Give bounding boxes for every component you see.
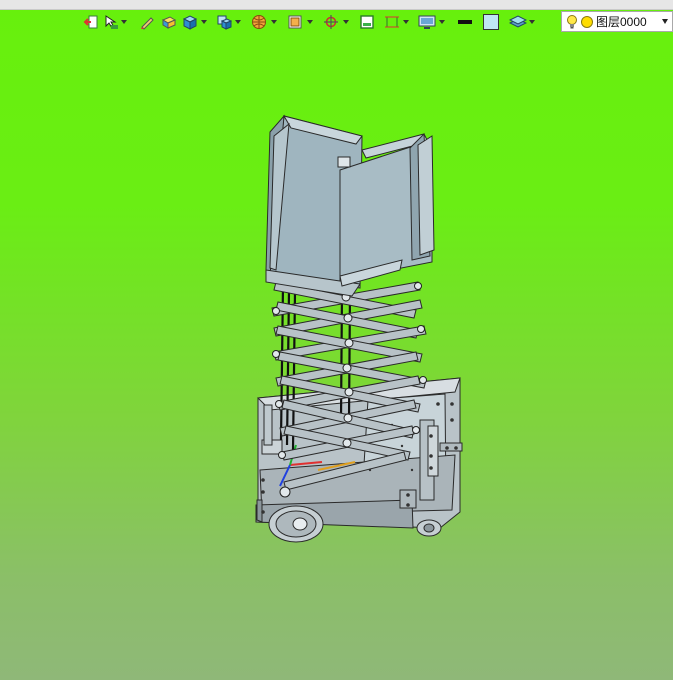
chevron-down-icon[interactable]: [270, 11, 278, 33]
dimension-frame-icon[interactable]: [382, 11, 402, 33]
chevron-down-icon[interactable]: [342, 11, 350, 33]
stack-cube-icon[interactable]: [214, 11, 234, 33]
layer-select[interactable]: 图层0000: [561, 11, 673, 32]
top-tray: [265, 114, 435, 297]
layer-name: 图层0000: [596, 15, 647, 29]
sphere-grid-icon[interactable]: [248, 11, 270, 33]
layer-status-circle-icon[interactable]: [580, 15, 594, 29]
layers-plane-icon[interactable]: [508, 11, 528, 33]
window-top-strip: [0, 0, 673, 10]
chevron-down-icon[interactable]: [306, 11, 314, 33]
chevron-down-icon[interactable]: [438, 11, 446, 33]
chevron-down-icon[interactable]: [234, 11, 242, 33]
lightbulb-icon[interactable]: [566, 14, 578, 30]
chevron-down-icon[interactable]: [120, 11, 128, 33]
scissor-lift-model[interactable]: [0, 0, 673, 680]
render-view-icon[interactable]: [284, 11, 306, 33]
monitor-display-icon[interactable]: [416, 11, 438, 33]
green-window-icon[interactable]: [356, 11, 378, 33]
chevron-down-icon[interactable]: [662, 19, 668, 24]
3d-viewport[interactable]: 图层0000: [0, 0, 673, 680]
line-weight-icon[interactable]: [454, 11, 476, 33]
exit-arrow-icon[interactable]: [80, 11, 102, 33]
pencil-icon[interactable]: [136, 11, 158, 33]
chevron-down-icon[interactable]: [200, 11, 208, 33]
cursor-select-icon[interactable]: [102, 11, 120, 33]
yellow-box-icon[interactable]: [158, 11, 180, 33]
fill-color-icon[interactable]: [480, 11, 502, 33]
blue-cube-icon[interactable]: [180, 11, 200, 33]
cad-toolbar: [80, 11, 536, 33]
chevron-down-icon[interactable]: [528, 11, 536, 33]
crosshair-target-icon[interactable]: [320, 11, 342, 33]
chevron-down-icon[interactable]: [402, 11, 410, 33]
